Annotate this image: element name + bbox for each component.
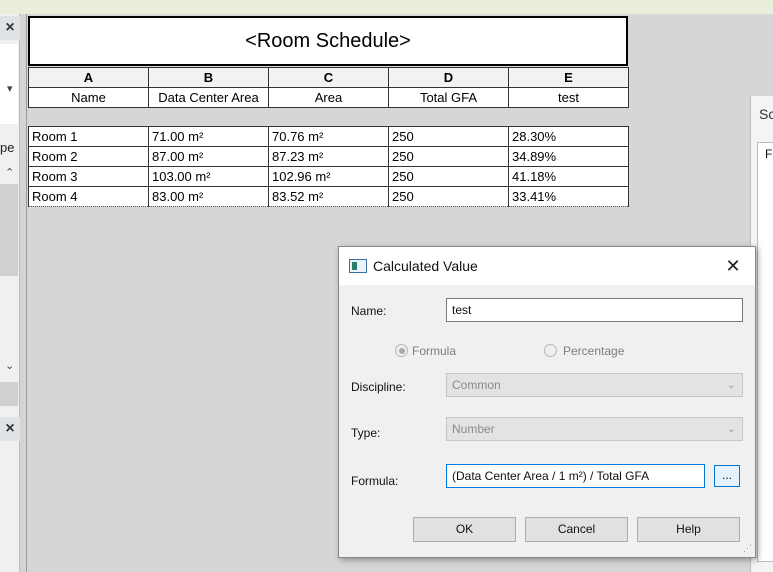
- table-row[interactable]: Room 4 83.00 m² 83.52 m² 250 33.41%: [28, 186, 629, 207]
- chevron-down-icon[interactable]: ▾: [7, 82, 13, 95]
- scroll-up-icon[interactable]: ⌃: [5, 166, 14, 179]
- column-header[interactable]: Data Center Area: [148, 87, 269, 108]
- table-cell[interactable]: 102.96 m²: [268, 166, 389, 187]
- discipline-label: Discipline:: [351, 380, 406, 394]
- discipline-value: Common: [452, 378, 501, 392]
- table-cell[interactable]: Room 2: [28, 146, 149, 167]
- column-header[interactable]: test: [508, 87, 629, 108]
- dialog-title-bar[interactable]: Calculated Value ✕: [339, 247, 755, 285]
- name-label: Name:: [351, 304, 387, 318]
- schedule-data-table: Room 1 71.00 m² 70.76 m² 250 28.30% Room…: [28, 126, 629, 207]
- name-field[interactable]: test: [446, 298, 743, 322]
- right-panel-title: Sc: [759, 106, 773, 122]
- table-cell[interactable]: 250: [388, 186, 509, 207]
- table-cell[interactable]: 70.76 m²: [268, 126, 389, 147]
- ok-button[interactable]: OK: [413, 517, 516, 542]
- help-button[interactable]: Help: [637, 517, 740, 542]
- dialog-title: Calculated Value: [373, 258, 478, 274]
- table-cell[interactable]: Room 1: [28, 126, 149, 147]
- table-cell[interactable]: Room 3: [28, 166, 149, 187]
- table-row[interactable]: Room 1 71.00 m² 70.76 m² 250 28.30%: [28, 126, 629, 147]
- column-header[interactable]: Total GFA: [388, 87, 509, 108]
- table-cell[interactable]: 87.00 m²: [148, 146, 269, 167]
- table-cell[interactable]: 41.18%: [508, 166, 629, 187]
- formula-builder-button[interactable]: ...: [714, 465, 740, 487]
- right-panel-item[interactable]: F: [765, 147, 772, 161]
- formula-radio[interactable]: [395, 344, 408, 357]
- table-cell[interactable]: 83.52 m²: [268, 186, 389, 207]
- scroll-down-icon[interactable]: ⌄: [5, 359, 14, 372]
- table-row[interactable]: Room 2 87.00 m² 87.23 m² 250 34.89%: [28, 146, 629, 167]
- column-letters-row: A B C D E: [28, 67, 629, 88]
- panel-footer-box: [0, 382, 18, 406]
- close-panel-button-2[interactable]: ×: [0, 417, 20, 441]
- close-icon[interactable]: ✕: [721, 255, 745, 277]
- formula-radio-label: Formula: [412, 344, 457, 358]
- table-cell[interactable]: 28.30%: [508, 126, 629, 147]
- percentage-radio-label: Percentage: [563, 344, 625, 358]
- discipline-select[interactable]: Common ⌄: [446, 373, 743, 397]
- table-cell[interactable]: 250: [388, 126, 509, 147]
- table-cell[interactable]: 250: [388, 146, 509, 167]
- chevron-down-icon: ⌄: [726, 423, 736, 435]
- left-panel: × ▾ pe ⌃ ⌄ ×: [0, 14, 20, 572]
- table-row[interactable]: Room 3 103.00 m² 102.96 m² 250 41.18%: [28, 166, 629, 187]
- dialog-app-icon: [349, 259, 367, 273]
- calculated-value-dialog: Calculated Value ✕ Name: test Formula Pe…: [338, 246, 756, 558]
- table-cell[interactable]: Room 4: [28, 186, 149, 207]
- column-letter[interactable]: D: [388, 67, 509, 88]
- top-strip: [0, 0, 773, 14]
- table-cell[interactable]: 83.00 m²: [148, 186, 269, 207]
- table-cell[interactable]: 34.89%: [508, 146, 629, 167]
- formula-label: Formula:: [351, 474, 399, 488]
- schedule-title: <Room Schedule>: [28, 16, 628, 66]
- cancel-button[interactable]: Cancel: [525, 517, 628, 542]
- type-select[interactable]: Number ⌄: [446, 417, 743, 441]
- table-cell[interactable]: 87.23 m²: [268, 146, 389, 167]
- column-header[interactable]: Name: [28, 87, 149, 108]
- column-letter[interactable]: C: [268, 67, 389, 88]
- column-letter[interactable]: A: [28, 67, 149, 88]
- close-panel-button[interactable]: ×: [0, 16, 20, 40]
- type-label: Type:: [351, 426, 381, 440]
- column-headers-row: Name Data Center Area Area Total GFA tes…: [28, 87, 629, 108]
- table-cell[interactable]: 33.41%: [508, 186, 629, 207]
- chevron-down-icon: ⌄: [726, 379, 736, 391]
- formula-field[interactable]: (Data Center Area / 1 m²) / Total GFA: [446, 464, 705, 488]
- scrollbar-thumb[interactable]: [0, 184, 18, 276]
- percentage-radio[interactable]: [544, 344, 557, 357]
- right-panel-list: F: [757, 142, 773, 562]
- table-cell[interactable]: 71.00 m²: [148, 126, 269, 147]
- column-letter[interactable]: B: [148, 67, 269, 88]
- column-letter[interactable]: E: [508, 67, 629, 88]
- table-cell[interactable]: 103.00 m²: [148, 166, 269, 187]
- panel-partial-label: pe: [0, 140, 15, 155]
- type-value: Number: [452, 422, 495, 436]
- column-header[interactable]: Area: [268, 87, 389, 108]
- table-cell[interactable]: 250: [388, 166, 509, 187]
- resize-grip-icon[interactable]: ⋰: [743, 543, 752, 554]
